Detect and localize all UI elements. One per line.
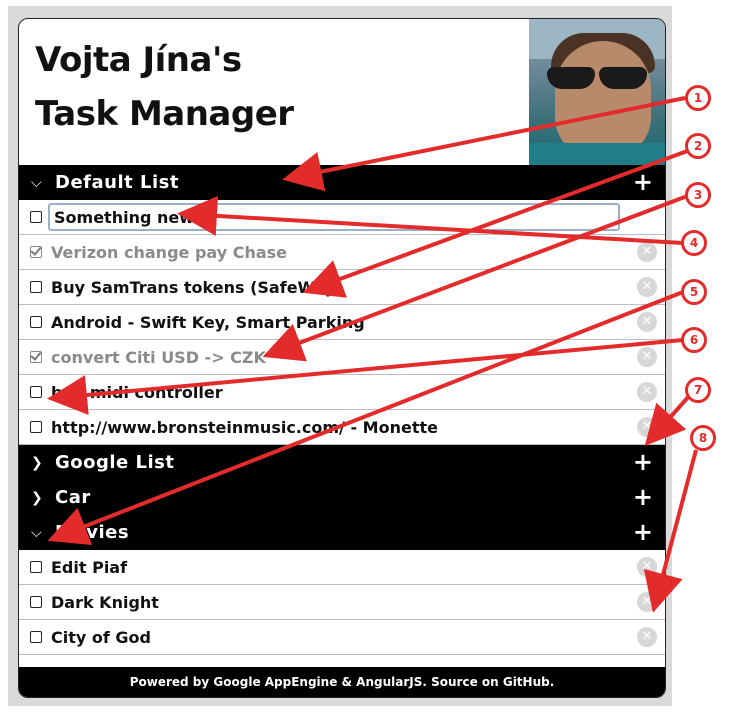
task-text[interactable]: convert Citi USD -> CZK: [51, 348, 266, 367]
task-row: Android - Swift Key, Smart Parking ✕: [19, 305, 665, 340]
list-header-car[interactable]: ❯ Car +: [19, 480, 665, 515]
task-manager-card: Vojta Jína's Task Manager ⌵ Default List…: [18, 18, 666, 698]
add-task-button[interactable]: +: [633, 519, 653, 545]
list-header-default[interactable]: ⌵ Default List +: [19, 165, 665, 200]
delete-circle-icon[interactable]: ✕: [637, 312, 657, 332]
checkbox-icon[interactable]: [30, 246, 42, 258]
chevron-down-icon[interactable]: ⌵: [31, 525, 49, 541]
task-row: http://www.bronsteinmusic.com/ - Monette…: [19, 410, 665, 445]
task-edit-input[interactable]: [48, 203, 620, 231]
task-text[interactable]: Verizon change pay Chase: [51, 243, 287, 262]
delete-circle-icon[interactable]: ✕: [637, 592, 657, 612]
task-row: Buy SamTrans tokens (SafeWay) ✕: [19, 270, 665, 305]
checkbox-icon[interactable]: [30, 211, 42, 223]
task-text[interactable]: Buy SamTrans tokens (SafeWay): [51, 278, 343, 297]
add-task-button[interactable]: +: [633, 449, 653, 475]
page-title: Vojta Jína's Task Manager: [35, 33, 294, 141]
checkbox-icon[interactable]: [30, 596, 42, 608]
chevron-right-icon[interactable]: ❯: [31, 490, 49, 506]
annotation-badge: 1: [685, 85, 711, 111]
list-header-google[interactable]: ❯ Google List +: [19, 445, 665, 480]
list-name: Movies: [55, 522, 130, 543]
task-row: Verizon change pay Chase ✕: [19, 235, 665, 270]
checkbox-icon[interactable]: [30, 561, 42, 573]
delete-circle-icon[interactable]: ✕: [637, 627, 657, 647]
delete-circle-icon[interactable]: ✕: [637, 382, 657, 402]
task-row: City of God ✕: [19, 620, 665, 655]
chevron-down-icon[interactable]: ⌵: [31, 175, 49, 191]
list-name: Car: [55, 487, 91, 508]
title-line-1: Vojta Jína's: [35, 40, 242, 80]
annotation-badge: 4: [681, 230, 707, 256]
task-text[interactable]: Dark Knight: [51, 593, 159, 612]
annotation-badge: 5: [681, 279, 707, 305]
delete-circle-icon[interactable]: ✕: [637, 277, 657, 297]
checkbox-icon[interactable]: [30, 351, 42, 363]
task-text[interactable]: Android - Swift Key, Smart Parking: [51, 313, 365, 332]
checkbox-icon[interactable]: [30, 281, 42, 293]
task-row: Dark Knight ✕: [19, 585, 665, 620]
list-name: Google List: [55, 452, 175, 473]
task-row: buy midi controller ✕: [19, 375, 665, 410]
task-text[interactable]: buy midi controller: [51, 383, 223, 402]
task-row: [19, 200, 665, 235]
list-name: Default List: [55, 172, 179, 193]
list-header-movies[interactable]: ⌵ Movies +: [19, 515, 665, 550]
task-row: convert Citi USD -> CZK ✕: [19, 340, 665, 375]
task-text[interactable]: http://www.bronsteinmusic.com/ - Monette: [51, 418, 438, 437]
add-task-button[interactable]: +: [633, 169, 653, 195]
task-text[interactable]: Edit Piaf: [51, 558, 127, 577]
app-header: Vojta Jína's Task Manager: [19, 19, 665, 165]
footer: Powered by Google AppEngine & AngularJS.…: [19, 667, 665, 697]
checkbox-icon[interactable]: [30, 631, 42, 643]
title-line-2: Task Manager: [35, 94, 294, 134]
annotation-badge: 6: [681, 327, 707, 353]
delete-circle-icon[interactable]: ✕: [637, 557, 657, 577]
annotation-badge: 7: [685, 377, 711, 403]
task-text[interactable]: City of God: [51, 628, 151, 647]
chevron-right-icon[interactable]: ❯: [31, 455, 49, 471]
annotation-badge: 3: [685, 182, 711, 208]
annotation-badge: 2: [685, 133, 711, 159]
checkbox-icon[interactable]: [30, 421, 42, 433]
delete-circle-icon[interactable]: ✕: [637, 347, 657, 367]
annotation-badge: 8: [690, 425, 716, 451]
avatar: [529, 19, 665, 165]
add-task-button[interactable]: +: [633, 484, 653, 510]
checkbox-icon[interactable]: [30, 316, 42, 328]
task-row: Edit Piaf ✕: [19, 550, 665, 585]
checkbox-icon[interactable]: [30, 386, 42, 398]
delete-circle-icon[interactable]: ✕: [637, 417, 657, 437]
delete-circle-icon[interactable]: ✕: [637, 242, 657, 262]
